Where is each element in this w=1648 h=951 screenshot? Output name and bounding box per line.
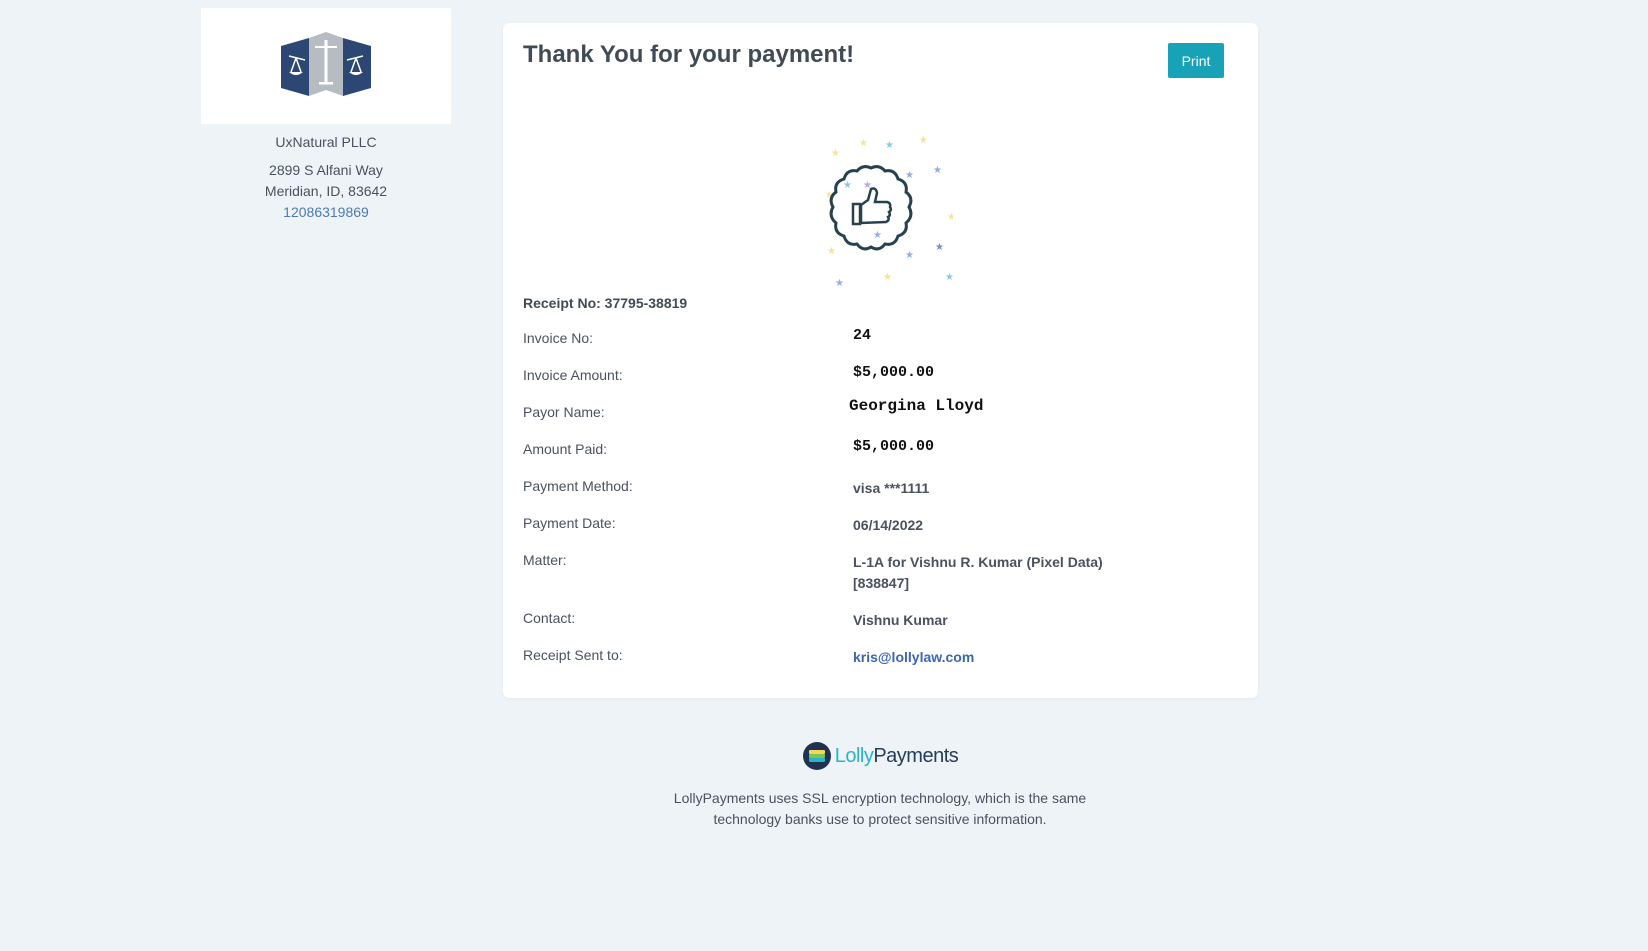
lollypayments-logo: LollyPayments — [802, 740, 959, 772]
firm-address-line1: 2899 S Alfani Way — [269, 162, 383, 178]
row-label: Matter: — [523, 552, 567, 568]
svg-text:★: ★ — [919, 135, 928, 146]
svg-text:★: ★ — [905, 170, 914, 181]
detail-row-receipt-sent-to: Receipt Sent to: kris@lollylaw.com — [523, 637, 1223, 674]
row-label: Payor Name: — [523, 404, 605, 420]
svg-text:★: ★ — [827, 246, 836, 257]
row-label: Invoice No: — [523, 330, 594, 346]
invoice-number-value: 24 — [853, 327, 872, 344]
firm-name: UxNatural PLLC — [275, 134, 377, 150]
svg-text:★: ★ — [883, 272, 892, 283]
svg-text:★: ★ — [933, 165, 942, 176]
svg-text:★: ★ — [935, 242, 944, 253]
detail-row-amount-paid: Amount Paid: $5,000.00 — [523, 431, 1223, 468]
footer: LollyPayments LollyPayments uses SSL enc… — [640, 740, 1120, 830]
svg-text:★: ★ — [831, 148, 840, 159]
payment-date-value: 06/14/2022 — [853, 517, 924, 533]
brand-part1: Lolly — [834, 744, 874, 767]
detail-row-contact: Contact: Vishnu Kumar — [523, 600, 1223, 637]
thumbs-up-badge: ★ ★ ★ ★ ★ ★ ★ ★ ★ ★ ★ ★ ★ ★ ★ ★ ★ — [773, 108, 966, 299]
amount-paid-value: $5,000.00 — [853, 438, 935, 455]
firm-phone-link[interactable]: 12086319869 — [283, 204, 369, 220]
svg-text:★: ★ — [873, 230, 882, 241]
payment-method-value: visa ***1111 — [853, 480, 930, 496]
svg-text:★: ★ — [905, 250, 914, 261]
row-label: Contact: — [523, 610, 576, 626]
detail-row-invoice-amount: Invoice Amount: $5,000.00 — [523, 357, 1223, 394]
firm-address: 2899 S Alfani Way Meridian, ID, 83642 12… — [201, 160, 451, 223]
print-button[interactable]: Print — [1168, 43, 1224, 78]
lollypayments-wordmark: LollyPayments — [835, 745, 959, 768]
firm-info: UxNatural PLLC 2899 S Alfani Way Meridia… — [201, 8, 451, 223]
matter-value: L-1A for Vishnu R. Kumar (Pixel Data) [8… — [853, 554, 1103, 591]
svg-text:★: ★ — [945, 272, 953, 283]
row-label: Receipt Sent to: — [523, 647, 623, 663]
row-label: Amount Paid: — [523, 441, 608, 457]
thumbs-up-badge-icon: ★ ★ ★ ★ ★ ★ ★ ★ ★ ★ ★ ★ ★ ★ ★ ★ ★ — [825, 135, 966, 299]
lollypayments-logo-icon — [802, 742, 831, 770]
svg-text:★: ★ — [843, 180, 852, 191]
detail-row-payment-date: Payment Date: 06/14/2022 — [523, 505, 1223, 542]
brand-part2: Payments — [873, 744, 959, 767]
row-label: Payment Date: — [523, 515, 616, 531]
scales-of-justice-logo — [281, 32, 371, 96]
receipt-number: Receipt No: 37795-38819 — [523, 295, 688, 311]
receipt-details: Invoice No: 24 Invoice Amount: $5,000.00… — [523, 320, 1223, 674]
row-label: Invoice Amount: — [523, 367, 623, 383]
row-label: Payment Method: — [523, 478, 633, 494]
payor-name-value: Georgina Lloyd — [849, 397, 984, 415]
contact-value: Vishnu Kumar — [853, 612, 948, 628]
svg-text:★: ★ — [885, 140, 894, 151]
svg-text:★: ★ — [947, 212, 953, 223]
detail-row-payor-name: Payor Name: Georgina Lloyd — [523, 394, 1223, 431]
detail-row-invoice-no: Invoice No: 24 — [523, 320, 1223, 357]
receipt-card: Thank You for your payment! Print ★ ★ ★ … — [503, 23, 1258, 698]
detail-row-matter: Matter: L-1A for Vishnu R. Kumar (Pixel … — [523, 542, 1223, 600]
svg-text:★: ★ — [859, 138, 868, 149]
firm-logo-box — [201, 8, 451, 124]
page-title: Thank You for your payment! — [523, 41, 855, 68]
detail-row-payment-method: Payment Method: visa ***1111 — [523, 468, 1223, 505]
security-notice: LollyPayments uses SSL encryption techno… — [673, 790, 1087, 827]
receipt-email-link[interactable]: kris@lollylaw.com — [853, 647, 1153, 668]
invoice-amount-value: $5,000.00 — [853, 364, 935, 381]
payment-receipt-page: UxNatural PLLC 2899 S Alfani Way Meridia… — [0, 0, 1648, 951]
firm-address-line2: Meridian, ID, 83642 — [264, 183, 388, 199]
svg-text:★: ★ — [835, 278, 844, 288]
